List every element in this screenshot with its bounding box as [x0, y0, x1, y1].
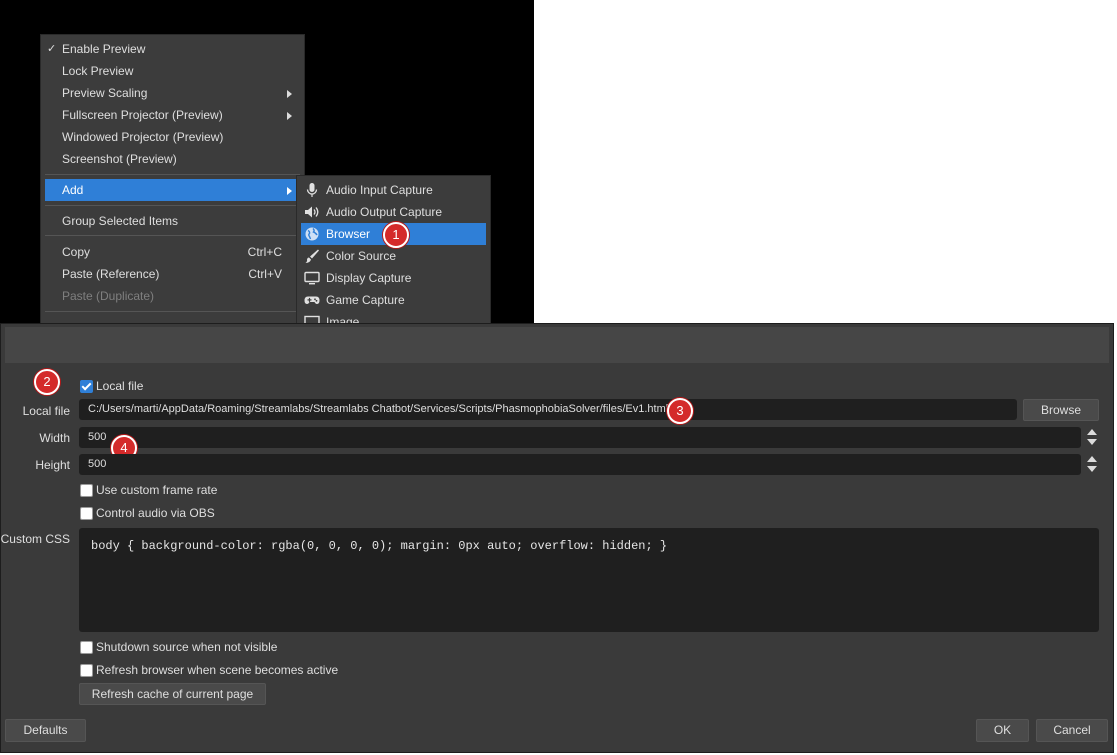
- refresh-browser-label: Refresh browser when scene becomes activ…: [96, 663, 339, 677]
- shutdown-source-checkbox[interactable]: [80, 641, 93, 654]
- submenu-item-label: Color Source: [326, 249, 397, 263]
- menu-item-label: Paste (Reference): [62, 267, 160, 281]
- menu-item-shortcut: Ctrl+C: [247, 245, 282, 259]
- spin-down-icon[interactable]: [1087, 466, 1097, 472]
- add-submenu: Audio Input Capture Audio Output Capture…: [297, 176, 490, 325]
- menu-item-preview-scaling[interactable]: Preview Scaling: [45, 82, 300, 104]
- spin-down-icon[interactable]: [1087, 439, 1097, 445]
- menu-item-enable-preview[interactable]: ✓ Enable Preview: [45, 38, 300, 60]
- menu-item-shortcut: Ctrl+V: [248, 267, 282, 281]
- local-file-label: Local file: [22, 404, 70, 418]
- submenu-item-label: Display Capture: [326, 271, 412, 285]
- local-file-path-field[interactable]: C:/Users/marti/AppData/Roaming/Streamlab…: [79, 399, 1017, 420]
- submenu-item-label: Audio Input Capture: [326, 183, 433, 197]
- menu-item-label: Group Selected Items: [62, 214, 179, 228]
- browser-properties-dialog: 2 Local file Local file C:/Users/marti/A…: [0, 323, 1114, 753]
- menu-item-label: Paste (Duplicate): [62, 289, 155, 303]
- submenu-arrow-icon: [287, 112, 292, 120]
- menu-item-paste-duplicate: Paste (Duplicate): [45, 285, 300, 307]
- browse-button[interactable]: Browse: [1023, 399, 1099, 421]
- microphone-icon: [306, 183, 318, 197]
- submenu-item-game-capture[interactable]: Game Capture: [301, 289, 486, 311]
- context-menu: ✓ Enable Preview Lock Preview Preview Sc…: [41, 35, 304, 325]
- submenu-item-color-source[interactable]: Color Source: [301, 245, 486, 267]
- refresh-cache-button[interactable]: Refresh cache of current page: [79, 683, 266, 705]
- checkmark-icon: ✓: [47, 43, 57, 55]
- globe-icon: [305, 227, 319, 241]
- submenu-arrow-icon: [287, 187, 292, 195]
- menu-item-copy[interactable]: Copy Ctrl+C: [45, 241, 300, 263]
- submenu-arrow-icon: [287, 90, 292, 98]
- callout-badge-1: 1: [383, 222, 409, 248]
- menu-item-label: Enable Preview: [62, 42, 146, 56]
- defaults-button[interactable]: Defaults: [5, 719, 86, 742]
- menu-separator: [45, 235, 300, 236]
- menu-separator: [45, 205, 300, 206]
- cancel-button[interactable]: Cancel: [1036, 719, 1108, 742]
- refresh-browser-checkbox[interactable]: [80, 664, 93, 677]
- gamepad-icon: [304, 296, 320, 304]
- submenu-item-label: Browser: [326, 227, 371, 241]
- custom-frame-rate-checkbox[interactable]: [80, 484, 93, 497]
- custom-frame-rate-label: Use custom frame rate: [96, 483, 218, 497]
- menu-item-label: Fullscreen Projector (Preview): [62, 108, 223, 122]
- menu-item-fullscreen-projector[interactable]: Fullscreen Projector (Preview): [45, 104, 300, 126]
- callout-badge-3: 3: [667, 398, 693, 424]
- menu-item-label: Windowed Projector (Preview): [62, 130, 224, 144]
- monitor-icon: [304, 271, 320, 285]
- paintbrush-icon: [305, 249, 319, 263]
- spin-up-icon[interactable]: [1087, 429, 1097, 435]
- menu-item-windowed-projector[interactable]: Windowed Projector (Preview): [45, 126, 300, 148]
- spin-up-icon[interactable]: [1087, 456, 1097, 462]
- submenu-item-audio-output-capture[interactable]: Audio Output Capture: [301, 201, 486, 223]
- speaker-icon: [305, 206, 319, 218]
- submenu-item-display-capture[interactable]: Display Capture: [301, 267, 486, 289]
- custom-css-label: Custom CSS: [0, 532, 70, 546]
- menu-item-label: Copy: [62, 245, 91, 259]
- menu-item-label: Preview Scaling: [62, 86, 148, 100]
- submenu-item-audio-input-capture[interactable]: Audio Input Capture: [301, 179, 486, 201]
- menu-item-group-selected[interactable]: Group Selected Items: [45, 210, 300, 232]
- ok-button[interactable]: OK: [976, 719, 1029, 742]
- menu-item-screenshot[interactable]: Screenshot (Preview): [45, 148, 300, 170]
- local-file-checkbox-label: Local file: [96, 379, 144, 393]
- submenu-item-label: Game Capture: [326, 293, 405, 307]
- width-input[interactable]: 500: [79, 427, 1081, 448]
- menu-item-lock-preview[interactable]: Lock Preview: [45, 60, 300, 82]
- width-spinner[interactable]: [1084, 427, 1098, 448]
- dialog-title-bar: [5, 327, 1109, 363]
- menu-item-paste-reference[interactable]: Paste (Reference) Ctrl+V: [45, 263, 300, 285]
- menu-item-label: Lock Preview: [62, 64, 134, 78]
- control-audio-label: Control audio via OBS: [96, 506, 215, 520]
- shutdown-source-label: Shutdown source when not visible: [96, 640, 278, 654]
- menu-separator: [45, 174, 300, 175]
- height-spinner[interactable]: [1084, 454, 1098, 475]
- menu-item-label: Screenshot (Preview): [62, 152, 177, 166]
- local-file-checkbox[interactable]: [80, 380, 93, 393]
- control-audio-checkbox[interactable]: [80, 507, 93, 520]
- menu-separator: [45, 311, 300, 312]
- height-label: Height: [35, 458, 70, 472]
- submenu-item-label: Audio Output Capture: [326, 205, 443, 219]
- width-label: Width: [39, 431, 70, 445]
- menu-item-label: Add: [62, 183, 84, 197]
- callout-badge-2: 2: [34, 369, 60, 395]
- menu-item-add[interactable]: Add: [45, 179, 300, 201]
- custom-css-textarea[interactable]: body { background-color: rgba(0, 0, 0, 0…: [79, 528, 1099, 632]
- height-input[interactable]: 500: [79, 454, 1081, 475]
